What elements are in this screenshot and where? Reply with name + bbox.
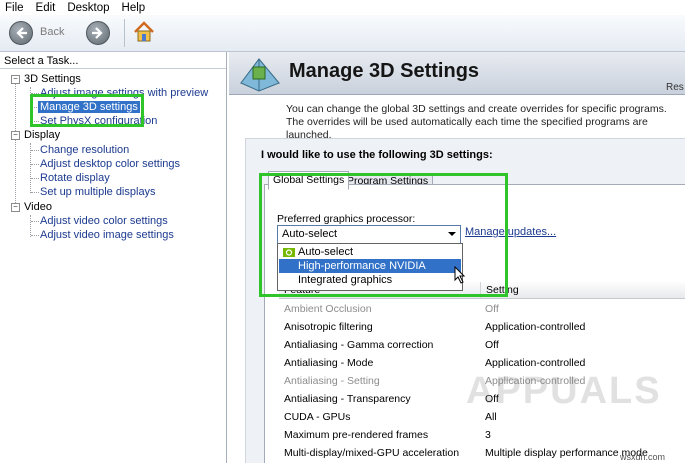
menu-edit[interactable]: Edit bbox=[31, 2, 63, 14]
setting-cell[interactable]: Off bbox=[485, 336, 499, 354]
restore-defaults-link[interactable]: Res bbox=[666, 82, 684, 93]
arrow-left-icon bbox=[16, 27, 27, 39]
mouse-cursor-icon bbox=[454, 266, 466, 284]
table-row[interactable]: Ambient Occlusion Off bbox=[279, 300, 685, 318]
column-header-setting[interactable]: Setting bbox=[481, 282, 685, 299]
tree-category-video[interactable]: Video bbox=[24, 201, 52, 213]
menu-desktop[interactable]: Desktop bbox=[62, 2, 116, 14]
tree-item-multiple-displays[interactable]: Set up multiple displays bbox=[40, 186, 156, 198]
feature-cell: Anisotropic filtering bbox=[284, 321, 373, 333]
processor-dropdown-list: Auto-select High-performance NVIDIA proc… bbox=[277, 243, 463, 291]
nvidia-icon bbox=[283, 248, 295, 257]
page-banner: Manage 3D Settings Res bbox=[229, 52, 685, 95]
tree-item-change-resolution[interactable]: Change resolution bbox=[40, 144, 129, 156]
tree-line bbox=[31, 121, 39, 122]
dropdown-option-integrated[interactable]: Integrated graphics bbox=[279, 273, 461, 287]
tree-line bbox=[30, 215, 31, 237]
tree-line bbox=[31, 221, 39, 222]
menu-help[interactable]: Help bbox=[117, 2, 153, 14]
tree-line bbox=[31, 93, 39, 94]
tree-line bbox=[31, 235, 39, 236]
setting-cell[interactable]: Application-controlled bbox=[485, 318, 585, 336]
tree-item-rotate-display[interactable]: Rotate display bbox=[40, 172, 110, 184]
menu-bar: File Edit Desktop Help bbox=[0, 0, 685, 15]
menu-file[interactable]: File bbox=[0, 2, 31, 14]
preferred-processor-select[interactable]: Auto-select bbox=[277, 225, 461, 244]
main-content: Manage 3D Settings Res You can change th… bbox=[229, 52, 685, 463]
setting-cell[interactable]: 3 bbox=[485, 426, 491, 444]
feature-cell: Antialiasing - Transparency bbox=[284, 393, 411, 405]
feature-cell: Antialiasing - Mode bbox=[284, 357, 374, 369]
tree-line bbox=[31, 192, 39, 193]
collapse-icon[interactable]: − bbox=[11, 131, 20, 140]
table-row[interactable]: Anisotropic filtering Application-control… bbox=[279, 318, 685, 336]
watermark-site: wsxdn.com bbox=[620, 452, 666, 462]
feature-cell: Ambient Occlusion bbox=[284, 303, 372, 315]
feature-cell: Multi-display/mixed-GPU acceleration bbox=[284, 447, 460, 459]
dropdown-option-label: Auto-select bbox=[298, 246, 354, 258]
tree-item-video-image[interactable]: Adjust video image settings bbox=[40, 229, 174, 241]
tree-category-display[interactable]: Display bbox=[24, 129, 60, 141]
tree-line bbox=[15, 77, 16, 207]
task-panel-header: Select a Task... bbox=[4, 55, 79, 67]
dropdown-option-nvidia[interactable]: High-performance NVIDIA processor bbox=[279, 259, 461, 286]
feature-cell: Antialiasing - Setting bbox=[284, 375, 380, 387]
manage-updates-link[interactable]: Manage updates... bbox=[465, 226, 556, 238]
tree-item-adjust-image-settings[interactable]: Adjust image settings with preview bbox=[40, 87, 208, 99]
table-row[interactable]: Antialiasing - Gamma correction Off bbox=[279, 336, 685, 354]
toolbar-separator bbox=[124, 19, 125, 47]
collapse-icon[interactable]: − bbox=[11, 203, 20, 212]
tree-item-manage-3d-settings[interactable]: Manage 3D settings bbox=[38, 101, 140, 113]
tree-item-set-physx[interactable]: Set PhysX configuration bbox=[40, 115, 157, 127]
tree-item-adjust-desktop-color[interactable]: Adjust desktop color settings bbox=[40, 158, 180, 170]
task-panel: Select a Task... − 3D Settings Adjust im… bbox=[0, 52, 227, 463]
dropdown-option-auto-select[interactable]: Auto-select bbox=[279, 245, 461, 259]
forward-button[interactable] bbox=[86, 21, 110, 45]
collapse-icon[interactable]: − bbox=[11, 75, 20, 84]
preferred-processor-label: Preferred graphics processor: bbox=[277, 213, 416, 225]
tree-line bbox=[31, 164, 39, 165]
back-label: Back bbox=[40, 26, 65, 38]
tree-item-video-color[interactable]: Adjust video color settings bbox=[40, 215, 168, 227]
tab-global-settings[interactable]: Global Settings bbox=[268, 171, 350, 190]
tree-category-3d-settings[interactable]: 3D Settings bbox=[24, 73, 81, 85]
dropdown-option-label: Integrated graphics bbox=[298, 274, 393, 286]
preferred-processor-value: Auto-select bbox=[282, 228, 338, 240]
feature-cell: Antialiasing - Gamma correction bbox=[284, 339, 434, 351]
toolbar: Back bbox=[0, 15, 685, 52]
page-title: Manage 3D Settings bbox=[289, 60, 480, 82]
home-icon bbox=[134, 21, 154, 42]
feature-cell: CUDA - GPUs bbox=[284, 411, 351, 423]
home-button[interactable] bbox=[132, 20, 156, 44]
chevron-down-icon bbox=[448, 232, 456, 236]
tree-line bbox=[31, 178, 39, 179]
page-description: You can change the global 3D settings an… bbox=[286, 103, 667, 141]
feature-cell: Maximum pre-rendered frames bbox=[284, 429, 429, 441]
setting-cell[interactable]: Off bbox=[485, 300, 499, 318]
arrow-right-icon bbox=[92, 27, 103, 39]
3d-settings-icon bbox=[240, 58, 281, 92]
back-button[interactable] bbox=[9, 21, 33, 45]
table-row[interactable]: Maximum pre-rendered frames 3 bbox=[279, 426, 685, 444]
settings-panel-title: I would like to use the following 3D set… bbox=[261, 149, 493, 161]
watermark-logo: APPUALS bbox=[466, 370, 662, 412]
task-tree: − 3D Settings Adjust image settings with… bbox=[0, 68, 226, 464]
tree-line bbox=[31, 150, 39, 151]
